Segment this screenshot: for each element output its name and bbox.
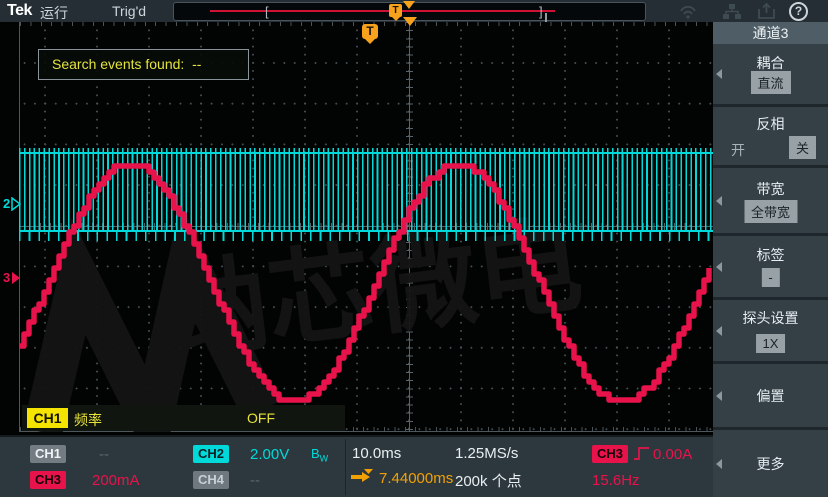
menu-item-coupling[interactable]: 耦合 直流	[713, 44, 828, 104]
probe-attenuation-value[interactable]: 1X	[756, 334, 786, 353]
trigger-status: Trig'd	[112, 3, 146, 19]
ch3-marker-arrow-icon	[11, 271, 21, 285]
measurement-bar[interactable]: CH1 频率 OFF	[22, 405, 345, 431]
ch3-waveform	[0, 22, 713, 435]
invert-off-option[interactable]: 关	[789, 136, 816, 159]
menu-item-offset[interactable]: 偏置	[713, 364, 828, 427]
tek-logo: Tek	[7, 2, 32, 20]
ch1-scale-value: --	[99, 446, 109, 463]
delay-arrow-icon	[350, 469, 376, 483]
ch2-bandwidth-limit-icon: BW	[311, 446, 328, 464]
menu-title-channel3: 通道3	[713, 22, 828, 44]
ch2-badge[interactable]: CH2	[193, 445, 229, 463]
zoom-bracket-close: ]	[539, 3, 543, 20]
menu-item-more[interactable]: 更多	[713, 430, 828, 497]
ch3-scale-value: 200mA	[92, 472, 140, 489]
acquisition-status: 运行	[40, 3, 68, 23]
trigger-source-badge[interactable]: CH3	[592, 445, 628, 463]
search-events-banner: Search events found: --	[38, 49, 249, 80]
ch2-reference-marker[interactable]: 2	[3, 196, 21, 211]
ch1-badge[interactable]: CH1	[30, 445, 66, 463]
waveform-display: 纳芯微电 2 3 T Search events found: --	[0, 22, 713, 435]
measurement-value: OFF	[247, 410, 275, 426]
menu-item-bandwidth[interactable]: 带宽 全带宽	[713, 168, 828, 233]
label-value[interactable]: -	[761, 268, 779, 287]
submenu-arrow-icon	[716, 391, 722, 401]
zoom-bracket-open: [	[265, 3, 269, 20]
menu-item-label[interactable]: 标签 -	[713, 236, 828, 297]
horizontal-delay-value[interactable]: 7.44000ms	[379, 470, 453, 487]
sample-rate: 1.25MS/s	[455, 445, 518, 462]
ch2-scale-value: 2.00V	[250, 446, 289, 463]
ch4-scale-value: --	[250, 472, 260, 489]
trigger-frequency: 15.6Hz	[592, 472, 640, 489]
trigger-point-badge[interactable]: T	[362, 24, 378, 39]
save-export-icon[interactable]	[757, 3, 777, 20]
network-icon[interactable]	[722, 3, 742, 20]
ch2-marker-arrow-icon	[11, 197, 21, 211]
status-divider	[345, 439, 346, 495]
status-bar: CH1 -- CH2 2.00V BW CH3 200mA CH4 -- 10.…	[0, 435, 713, 497]
trigger-position-pin-small[interactable]: T	[389, 4, 402, 17]
oscilloscope-screen: Tek 运行 Trig'd [ ] T ?	[0, 0, 828, 497]
ch4-badge[interactable]: CH4	[193, 471, 229, 489]
expansion-point-marker-small	[403, 1, 415, 9]
bandwidth-value[interactable]: 全带宽	[744, 200, 797, 223]
menu-item-invert[interactable]: 反相 开 关	[713, 107, 828, 165]
record-length: 200k 个点	[455, 470, 522, 491]
side-menu: 通道3 耦合 直流 反相 开 关 带宽 全带宽 标签 - 探头设置 1X	[713, 22, 828, 497]
coupling-value[interactable]: 直流	[750, 71, 790, 94]
invert-on-option[interactable]: 开	[731, 140, 745, 160]
help-icon[interactable]: ?	[789, 2, 808, 21]
menu-item-probe-setup[interactable]: 探头设置 1X	[713, 300, 828, 361]
trigger-slope-rising-icon	[633, 445, 650, 462]
ch3-reference-marker[interactable]: 3	[3, 270, 21, 285]
trigger-position-marker[interactable]	[403, 17, 417, 26]
record-view-waveform-extent	[210, 10, 555, 12]
ch3-badge[interactable]: CH3	[30, 471, 66, 489]
measurement-type-label: 频率	[74, 410, 102, 430]
timebase-scale[interactable]: 10.0ms	[352, 445, 401, 462]
record-view-cursor	[545, 13, 547, 22]
submenu-arrow-icon	[716, 459, 722, 469]
measurement-channel-badge[interactable]: CH1	[27, 408, 68, 428]
wifi-icon[interactable]	[678, 3, 698, 20]
trigger-level-value[interactable]: 0.00A	[653, 446, 692, 463]
